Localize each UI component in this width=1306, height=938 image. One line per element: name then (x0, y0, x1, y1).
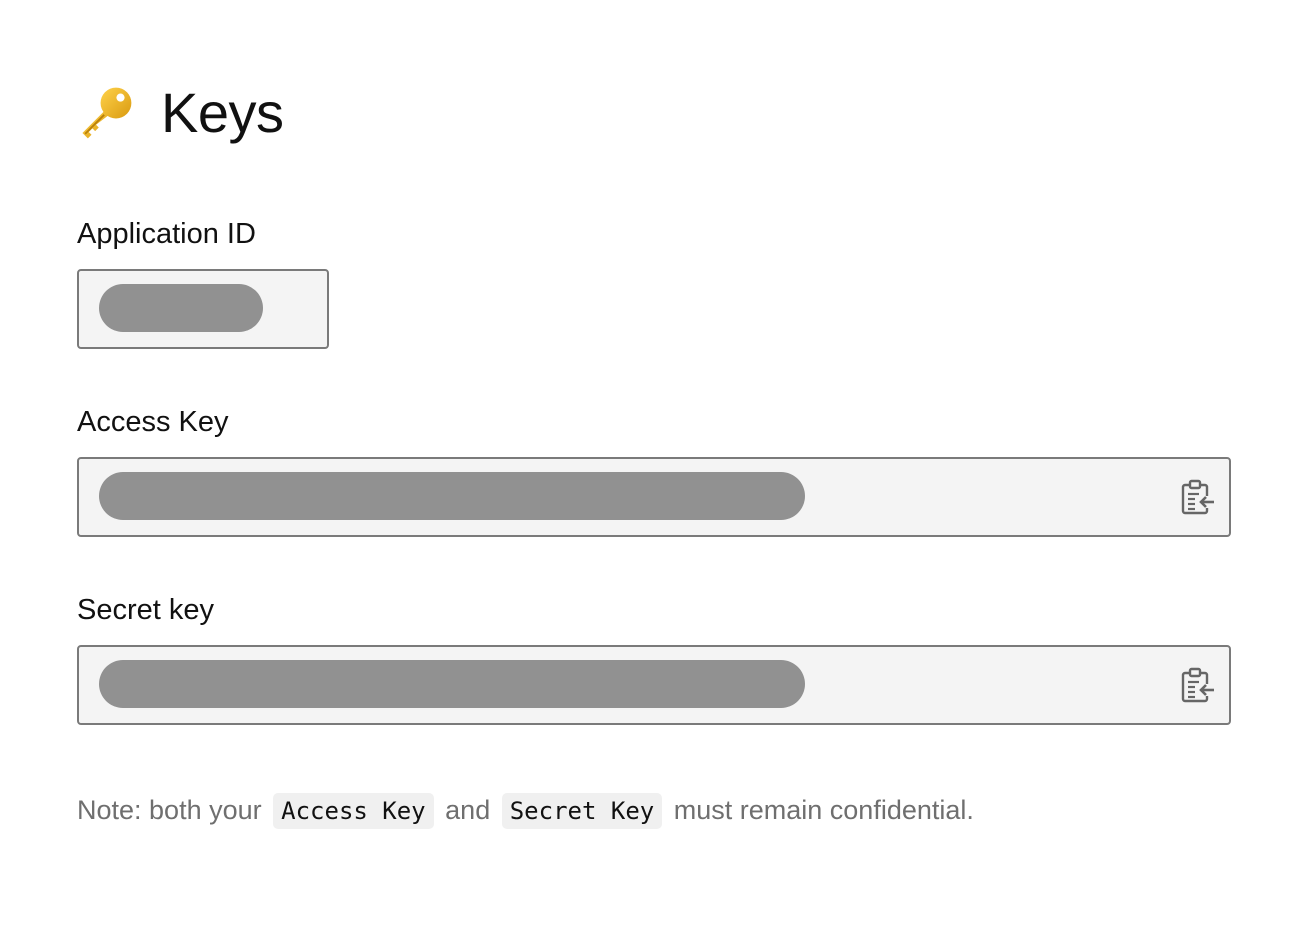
secret-key-label: Secret key (77, 594, 214, 626)
note-suffix: must remain confidential. (673, 795, 974, 825)
access-key-redacted-value (99, 472, 805, 520)
page-title: Keys (161, 81, 284, 144)
application-id-label: Application ID (77, 218, 256, 250)
clipboard-copy-icon (1181, 667, 1214, 703)
note-middle: and (445, 795, 491, 825)
page-header: Keys (77, 78, 284, 148)
key-icon (82, 87, 132, 139)
note-prefix: Note: both your (77, 795, 262, 825)
confidentiality-note: Note: both your Access Key and Secret Ke… (77, 790, 974, 830)
application-id-redacted-value (99, 284, 263, 332)
access-key-label: Access Key (77, 406, 229, 438)
keys-page: Keys Application ID Access Key Secret ke… (0, 0, 1306, 938)
secret-key-redacted-value (99, 660, 805, 708)
secret-key-copy-button[interactable] (1179, 666, 1217, 704)
application-id-field[interactable] (77, 269, 329, 349)
note-code-access-key: Access Key (273, 793, 434, 829)
note-code-secret-key: Secret Key (501, 793, 663, 829)
clipboard-copy-icon (1181, 479, 1214, 515)
secret-key-field[interactable] (77, 645, 1231, 725)
access-key-copy-button[interactable] (1179, 478, 1217, 516)
access-key-field[interactable] (77, 457, 1231, 537)
